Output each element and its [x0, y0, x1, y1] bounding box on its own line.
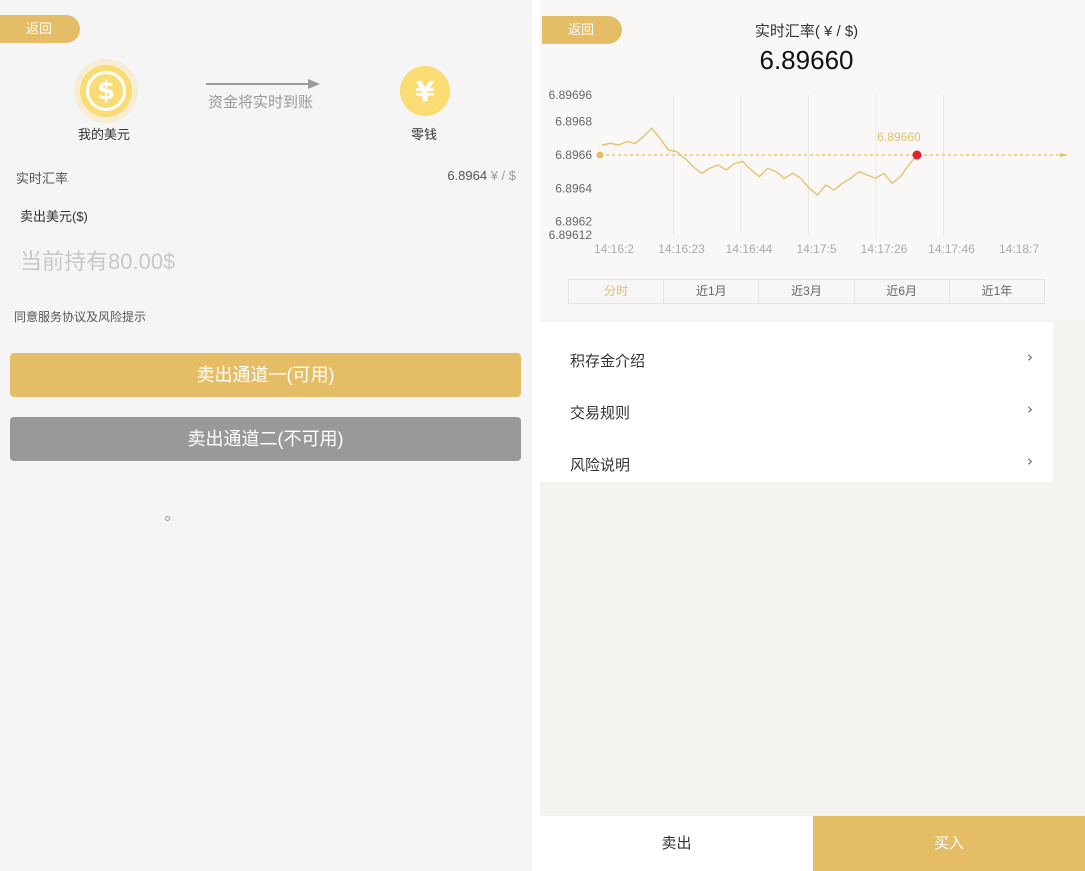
- rate-series-line: [601, 127, 918, 196]
- current-value-label: 6.89660: [877, 130, 921, 144]
- menu-item-rules[interactable]: 交易规则 ›: [540, 382, 1053, 434]
- line-start-point: [596, 151, 604, 159]
- x-tick-label: 14:16:2: [594, 242, 634, 256]
- sell-channel-2-button[interactable]: 卖出通道二(不可用): [10, 417, 521, 461]
- menu-item-intro[interactable]: 积存金介绍 ›: [540, 330, 1053, 382]
- agreement-link[interactable]: 同意服务协议及风险提示: [14, 308, 146, 325]
- x-tick-label: 14:18:7: [999, 242, 1039, 256]
- sell-usd-label: 卖出美元($): [20, 209, 88, 224]
- rate-panel: 返回 实时汇率( ¥ / $) 6.89660 14:16:2 14:16:23 1…: [540, 0, 1085, 871]
- chevron-right-icon: ›: [1027, 348, 1033, 366]
- sell-panel: 返回 $ 我的美元 资金将实时到账 ¥ 零钱 实时汇率 6.8964 ¥ / $…: [0, 0, 532, 871]
- rate-unit: ¥ / $: [490, 168, 516, 183]
- sell-tab-button[interactable]: 卖出: [540, 816, 813, 871]
- tab-1-year[interactable]: 近1年: [950, 280, 1044, 303]
- tab-intraday[interactable]: 分时: [569, 280, 665, 303]
- sell-channel-1-button[interactable]: 卖出通道一(可用): [10, 353, 521, 397]
- tab-6-months[interactable]: 近6月: [855, 280, 950, 303]
- y-tick-label: 6.8966: [555, 148, 592, 162]
- menu-item-label: 交易规则: [570, 405, 631, 422]
- menu-item-risk[interactable]: 风险说明 ›: [540, 434, 1053, 486]
- rate-line-chart: 14:16:2 14:16:23 14:16:44 14:17:5 14:17:26 14…: [549, 88, 1068, 256]
- x-tick-label: 14:16:44: [726, 242, 773, 256]
- period-tabs: 分时 近1月 近3月 近6月 近1年: [568, 279, 1045, 304]
- back-button[interactable]: 返回: [0, 15, 80, 43]
- menu-item-label: 风险说明: [570, 457, 631, 474]
- dollar-coin-icon: $: [80, 65, 132, 117]
- rate-value: 6.8964: [447, 168, 488, 183]
- info-menu: 积存金介绍 › 交易规则 › 风险说明 ›: [540, 322, 1053, 482]
- x-tick-label: 14:16:23: [658, 242, 705, 256]
- panel-divider: [532, 0, 540, 871]
- loading-dot: [165, 516, 170, 521]
- menu-item-label: 积存金介绍: [570, 353, 646, 370]
- y-tick-label: 6.8964: [555, 181, 592, 195]
- y-tick-label: 6.8962: [555, 215, 592, 229]
- y-tick-label: 6.89612: [549, 228, 593, 242]
- tab-3-months[interactable]: 近3月: [759, 280, 855, 303]
- rate-title: 实时汇率( ¥ / $): [754, 23, 859, 40]
- amount-input[interactable]: [20, 245, 510, 279]
- line-end-arrow: [1060, 153, 1068, 157]
- chevron-right-icon: ›: [1027, 400, 1033, 418]
- rate-value-wrap: 6.8964 ¥ / $: [447, 168, 516, 183]
- transfer-arrow: 资金将实时到账: [206, 79, 320, 111]
- yuan-sign-icon: ¥: [415, 74, 435, 108]
- arrow-line: [206, 83, 316, 85]
- usd-wallet-label: 我的美元: [78, 127, 131, 142]
- bottom-action-bar: 卖出 买入: [540, 815, 1085, 871]
- transfer-note: 资金将实时到账: [208, 94, 314, 111]
- y-tick-label: 6.89696: [549, 88, 593, 102]
- x-tick-label: 14:17:5: [796, 242, 836, 256]
- change-wallet-label: 零钱: [411, 127, 438, 142]
- rate-label: 实时汇率: [16, 171, 69, 186]
- current-point-marker: [912, 150, 922, 160]
- tab-1-month[interactable]: 近1月: [664, 280, 760, 303]
- chevron-right-icon: ›: [1027, 452, 1033, 470]
- x-tick-label: 14:17:46: [928, 242, 975, 256]
- rate-current-value: 6.89660: [759, 45, 854, 75]
- exchange-rate-row: 实时汇率 6.8964 ¥ / $: [16, 168, 516, 187]
- arrow-right-icon: [308, 79, 320, 89]
- x-tick-label: 14:17:26: [861, 242, 908, 256]
- yuan-coin-icon: ¥: [400, 66, 450, 116]
- y-tick-label: 6.8968: [555, 115, 592, 129]
- buy-tab-button[interactable]: 买入: [813, 816, 1085, 871]
- dollar-sign-icon: $: [86, 71, 126, 111]
